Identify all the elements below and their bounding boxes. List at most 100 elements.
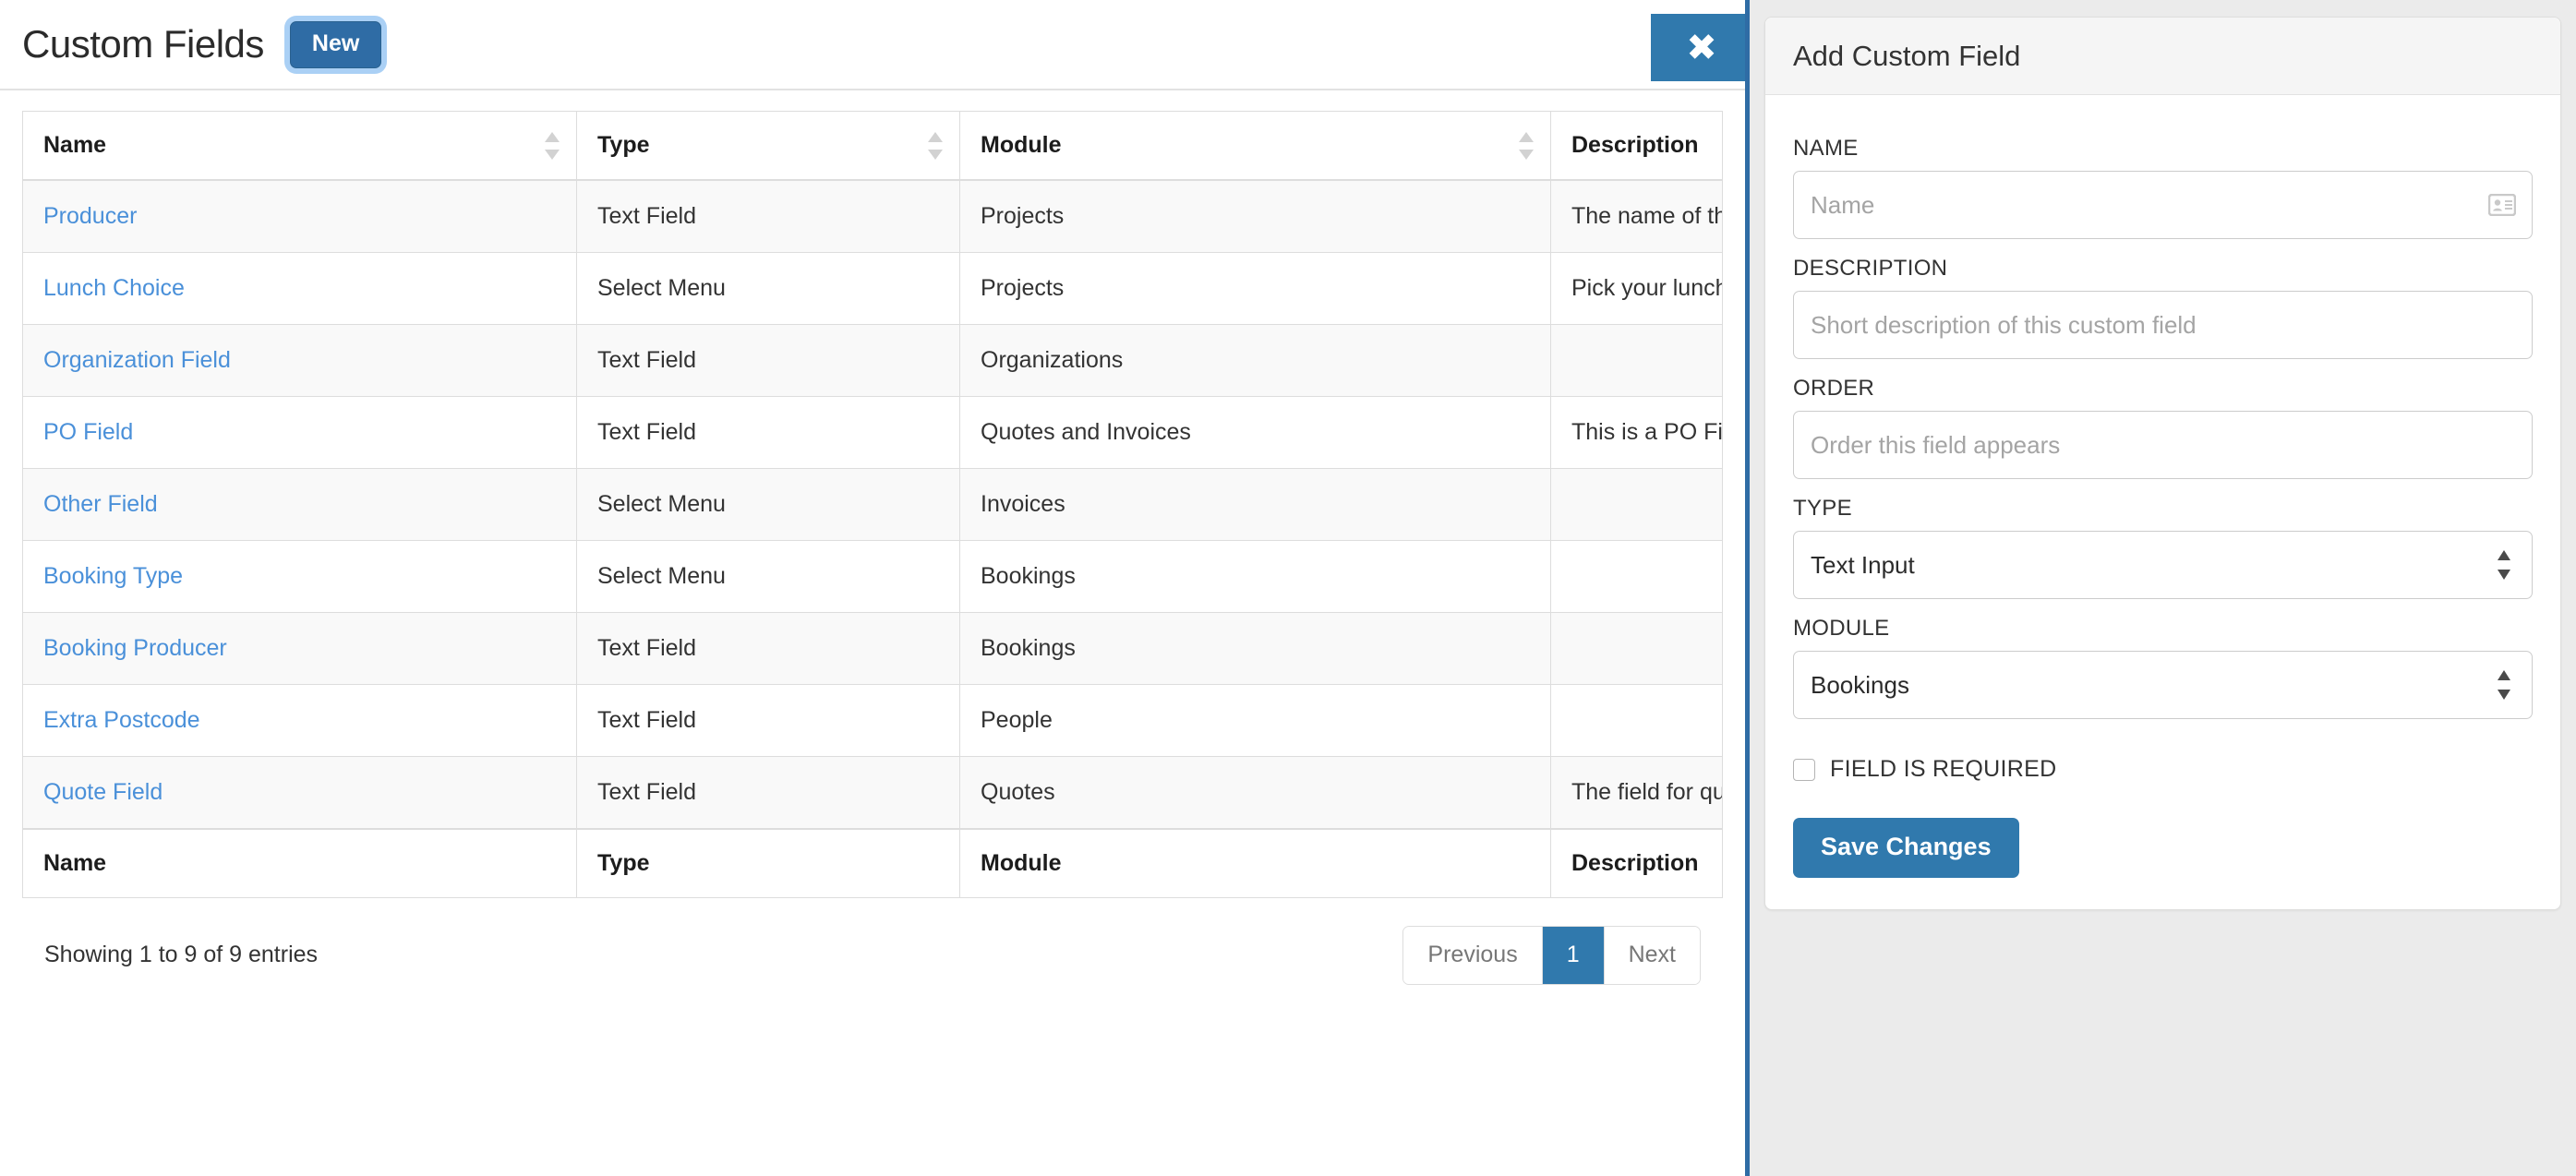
description-field-wrapper [1793, 291, 2533, 359]
cell-name: PO Field [22, 396, 577, 469]
new-custom-field-button[interactable]: New [289, 20, 382, 68]
custom-field-link[interactable]: Extra Postcode [43, 707, 200, 733]
cell-name: Extra Postcode [22, 684, 577, 757]
panel-body: NAME DESCRIPTION ORDER [1765, 95, 2560, 909]
cell-description [1550, 612, 1723, 685]
order-label: ORDER [1793, 376, 1875, 401]
custom-field-link[interactable]: Other Field [43, 491, 158, 517]
column-header-module[interactable]: Module [959, 111, 1551, 181]
name-label: NAME [1793, 136, 1859, 161]
footer-column-type: Type [576, 828, 960, 898]
column-header-description[interactable]: Description [1550, 111, 1723, 181]
panel-title: Add Custom Field [1793, 40, 2021, 72]
module-select[interactable] [1793, 651, 2533, 719]
sort-arrows-icon[interactable] [545, 130, 560, 162]
close-icon[interactable]: ✖ [1651, 14, 1752, 81]
custom-field-link[interactable]: Quote Field [43, 779, 163, 805]
name-field-wrapper [1793, 171, 2533, 239]
table-row: Extra Postcode Text Field People [22, 684, 1723, 757]
pagination-next[interactable]: Next [1604, 927, 1700, 984]
cell-description [1550, 468, 1723, 541]
column-header-type[interactable]: Type [576, 111, 960, 181]
cell-description [1550, 324, 1723, 397]
table-row: Lunch Choice Select Menu Projects Pick your… [22, 252, 1723, 325]
cell-module: Quotes [959, 756, 1551, 830]
custom-field-link[interactable]: Booking Type [43, 563, 183, 589]
custom-field-link[interactable]: PO Field [43, 419, 133, 445]
order-input[interactable] [1793, 411, 2533, 479]
field-is-required-row: FIELD IS REQUIRED [1793, 756, 2533, 783]
type-field-wrapper [1793, 531, 2533, 599]
cell-type: Text Field [576, 612, 960, 685]
cell-name: Organization Field [22, 324, 577, 397]
table-footer: Name Type Module Description [22, 828, 1723, 898]
table-body: ProducerText FieldProjectsThe name of th… [22, 179, 1723, 830]
save-changes-button[interactable]: Save Changes [1793, 818, 2019, 878]
cell-module: Invoices [959, 468, 1551, 541]
footer-column-description: Description [1550, 828, 1723, 898]
cell-type: Select Menu [576, 252, 960, 325]
cell-module: Quotes and Invoices [959, 396, 1551, 469]
page-header: Custom Fields New ✖ [0, 0, 1752, 90]
custom-field-link[interactable]: Organization Field [43, 347, 231, 373]
custom-field-link[interactable]: Booking Producer [43, 635, 227, 661]
cell-name: Other Field [22, 468, 577, 541]
table-row: Other Field Select Menu Invoices [22, 468, 1723, 541]
custom-fields-table: Name Type Module Description Producer Te… [22, 111, 1723, 898]
cell-type: Text Field [576, 324, 960, 397]
cell-type: Text Field [576, 179, 960, 253]
sort-arrows-icon[interactable] [1519, 130, 1534, 162]
panel-card: Add Custom Field NAME DESCRIPTION [1764, 17, 2561, 910]
table-row: Organization Field Text Field Organization… [22, 324, 1723, 397]
pagination: Previous 1 Next [1402, 926, 1701, 985]
column-header-label: Name [43, 132, 107, 158]
cell-name: Producer [22, 179, 577, 253]
description-input[interactable] [1793, 291, 2533, 359]
sort-arrows-icon[interactable] [928, 130, 943, 162]
add-custom-field-panel: Add Custom Field NAME DESCRIPTION [1745, 0, 2576, 1176]
module-field-wrapper [1793, 651, 2533, 719]
cell-name: Booking Producer [22, 612, 577, 685]
order-field-wrapper [1793, 411, 2533, 479]
cell-module: Projects [959, 252, 1551, 325]
pagination-page-1[interactable]: 1 [1542, 927, 1605, 984]
field-is-required-checkbox[interactable] [1793, 758, 1815, 781]
cell-module: Bookings [959, 612, 1551, 685]
cell-module: Organizations [959, 324, 1551, 397]
table-row: Quote Field Text Field Quotes The field for… [22, 756, 1723, 830]
type-select[interactable] [1793, 531, 2533, 599]
cell-description: The field for quote [1550, 756, 1723, 830]
cell-name: Lunch Choice [22, 252, 577, 325]
cell-module: Bookings [959, 540, 1551, 613]
custom-field-link[interactable]: Lunch Choice [43, 275, 185, 301]
cell-type: Select Menu [576, 540, 960, 613]
panel-header: Add Custom Field [1765, 18, 2560, 95]
table-row: Booking Type Select Menu Bookings [22, 540, 1723, 613]
description-label: DESCRIPTION [1793, 256, 1948, 281]
cell-description: The name of the p [1550, 179, 1723, 253]
footer-column-module: Module [959, 828, 1551, 898]
cell-module: People [959, 684, 1551, 757]
module-label: MODULE [1793, 616, 1890, 641]
table-header: Name Type Module Description [22, 111, 1723, 181]
cell-description: Pick your lunch ch [1550, 252, 1723, 325]
table-footer-row: Name Type Module Description [22, 828, 1723, 898]
page-title: Custom Fields [22, 22, 264, 66]
table-row: PO Field Text Field Quotes and Invoices Thi… [22, 396, 1723, 469]
column-header-label: Module [981, 132, 1062, 158]
cell-type: Select Menu [576, 468, 960, 541]
cell-type: Text Field [576, 756, 960, 830]
custom-field-link[interactable]: Producer [43, 203, 137, 229]
cell-name: Quote Field [22, 756, 577, 830]
table-footer-controls: Showing 1 to 9 of 9 entries Previous 1 N… [22, 898, 1723, 985]
name-input[interactable] [1793, 171, 2533, 239]
column-header-label: Description [1571, 132, 1699, 158]
cell-name: Booking Type [22, 540, 577, 613]
table-row: Producer Text FieldProjectsThe name of th… [22, 179, 1723, 253]
custom-fields-table-wrapper: Name Type Module Description Producer Te… [0, 90, 1745, 985]
pagination-previous[interactable]: Previous [1403, 927, 1543, 984]
field-is-required-label: FIELD IS REQUIRED [1830, 756, 2057, 782]
custom-fields-page: Custom Fields New ✖ Name Type Module Des… [0, 0, 1752, 1176]
cell-description [1550, 684, 1723, 757]
column-header-name[interactable]: Name [22, 111, 577, 181]
